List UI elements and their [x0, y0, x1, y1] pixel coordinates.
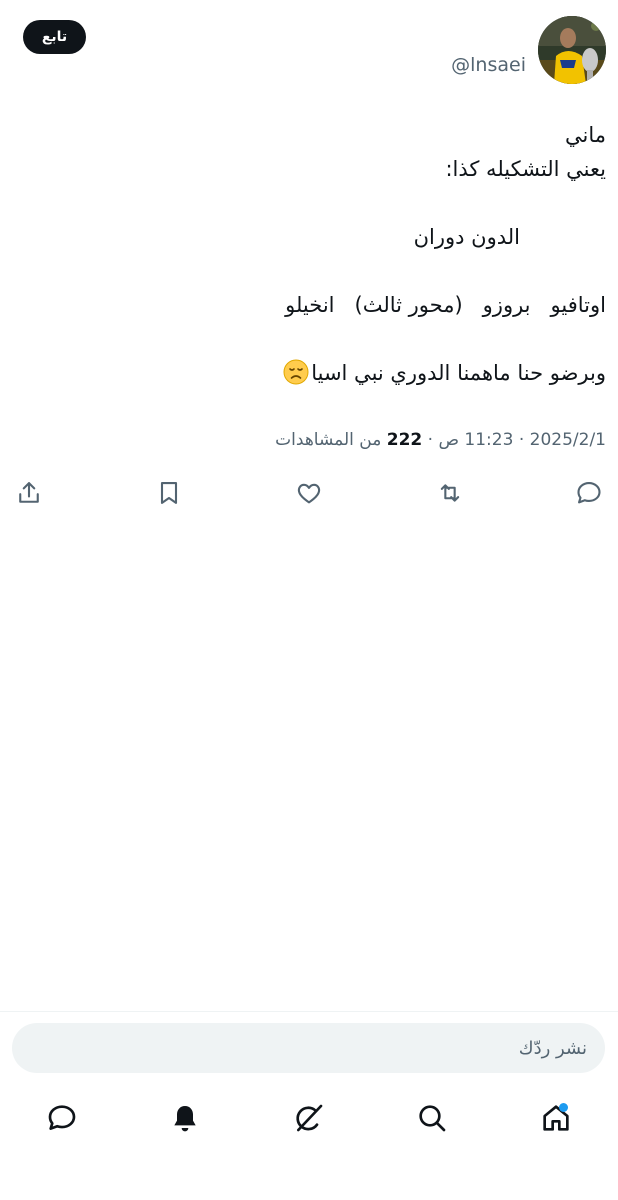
disappointed-face-icon [283, 359, 309, 385]
reply-input[interactable]: نشر ردّك [12, 1023, 605, 1073]
tweet-line: يعني التشكيله كذا: [445, 157, 606, 181]
retweet-icon [440, 484, 460, 502]
nav-search[interactable] [414, 1100, 450, 1136]
tweet-text: ماني يعني التشكيله كذا: الدون دوران اوتا… [12, 118, 606, 390]
avatar[interactable] [538, 16, 606, 84]
divider [0, 1011, 618, 1012]
share-button[interactable] [12, 476, 46, 510]
notifications-icon [174, 1106, 196, 1132]
like-button[interactable] [292, 476, 326, 510]
views-count[interactable]: 222 [387, 430, 423, 450]
follow-button[interactable]: تابع [23, 20, 86, 54]
like-icon [297, 483, 321, 504]
bookmark-button[interactable] [152, 476, 186, 510]
tweet-line: وبرضو حنا ماهمنا الدوري نبي اسيا [311, 361, 606, 385]
notification-dot [559, 1103, 568, 1112]
user-handle[interactable]: @lnsaei [451, 54, 526, 76]
nav-messages[interactable] [44, 1100, 80, 1136]
tweet-header: تابع @lnsaei [0, 0, 618, 100]
tweet-line-last: وبرضو حنا ماهمنا الدوري نبي اسيا [12, 356, 606, 390]
meta-separator: · [518, 430, 525, 450]
retweet-button[interactable] [433, 476, 467, 510]
meta-separator: · [427, 430, 434, 450]
reply-icon [577, 482, 601, 504]
messages-icon [48, 1105, 76, 1130]
tweet-gap [12, 322, 606, 356]
nav-notifications[interactable] [167, 1100, 203, 1136]
nav-grok[interactable] [291, 1100, 327, 1136]
share-icon [19, 482, 39, 503]
tweet-line: ماني [565, 123, 606, 147]
tweet-actions [0, 470, 618, 516]
bookmark-icon [160, 482, 178, 504]
search-icon [419, 1105, 446, 1132]
tweet-line: الدون دوران [413, 225, 520, 249]
reply-button[interactable] [572, 476, 606, 510]
tweet-meta: 2025/2/1 · 11:23 ص · 222 من المشاهدات [275, 430, 606, 450]
tweet-time[interactable]: 11:23 ص [438, 430, 513, 450]
nav-home[interactable] [538, 1100, 574, 1136]
bottom-nav [0, 1092, 618, 1144]
views-label: من المشاهدات [275, 430, 382, 450]
grok-icon [296, 1104, 323, 1132]
tweet-gap [12, 186, 606, 220]
avatar-image [538, 16, 606, 84]
tweet-gap [12, 254, 606, 288]
tweet-line: اوتافيو بروزو (محور ثالث) انخيلو [285, 293, 606, 317]
tweet-date[interactable]: 2025/2/1 [530, 430, 606, 450]
